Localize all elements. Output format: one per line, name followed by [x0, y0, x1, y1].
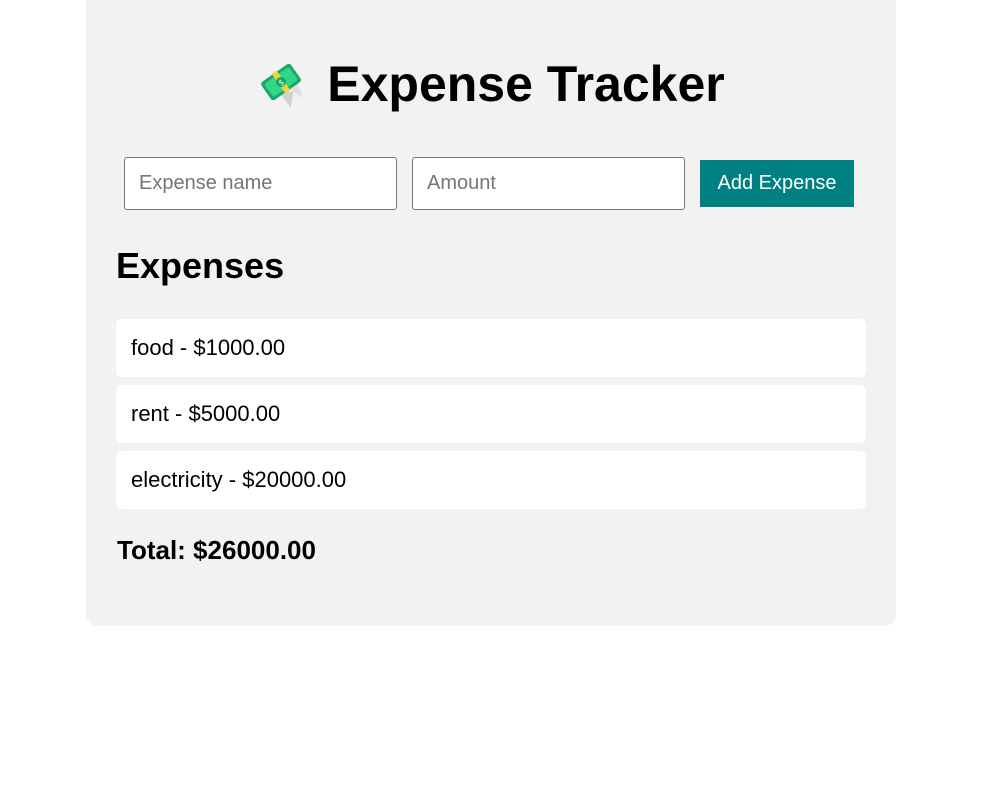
list-item: electricity - $20000.00: [116, 451, 866, 509]
list-item: rent - $5000.00: [116, 385, 866, 443]
amount-input[interactable]: [412, 157, 685, 210]
expenses-heading: Expenses: [116, 245, 285, 286]
add-expense-form: Add Expense: [124, 157, 854, 210]
page-title: Expense Tracker: [327, 56, 725, 112]
expense-tracker-card: $ Expense Tracker Add Expense Expenses f…: [86, 0, 896, 626]
list-item: food - $1000.00: [116, 319, 866, 377]
header: $ Expense Tracker: [86, 58, 896, 110]
expense-list: food - $1000.00 rent - $5000.00 electric…: [116, 319, 866, 517]
expense-name-input[interactable]: [124, 157, 397, 210]
add-expense-button[interactable]: Add Expense: [700, 160, 854, 207]
total-amount: Total: $26000.00: [117, 535, 316, 565]
money-with-wings-icon: $: [257, 58, 309, 110]
